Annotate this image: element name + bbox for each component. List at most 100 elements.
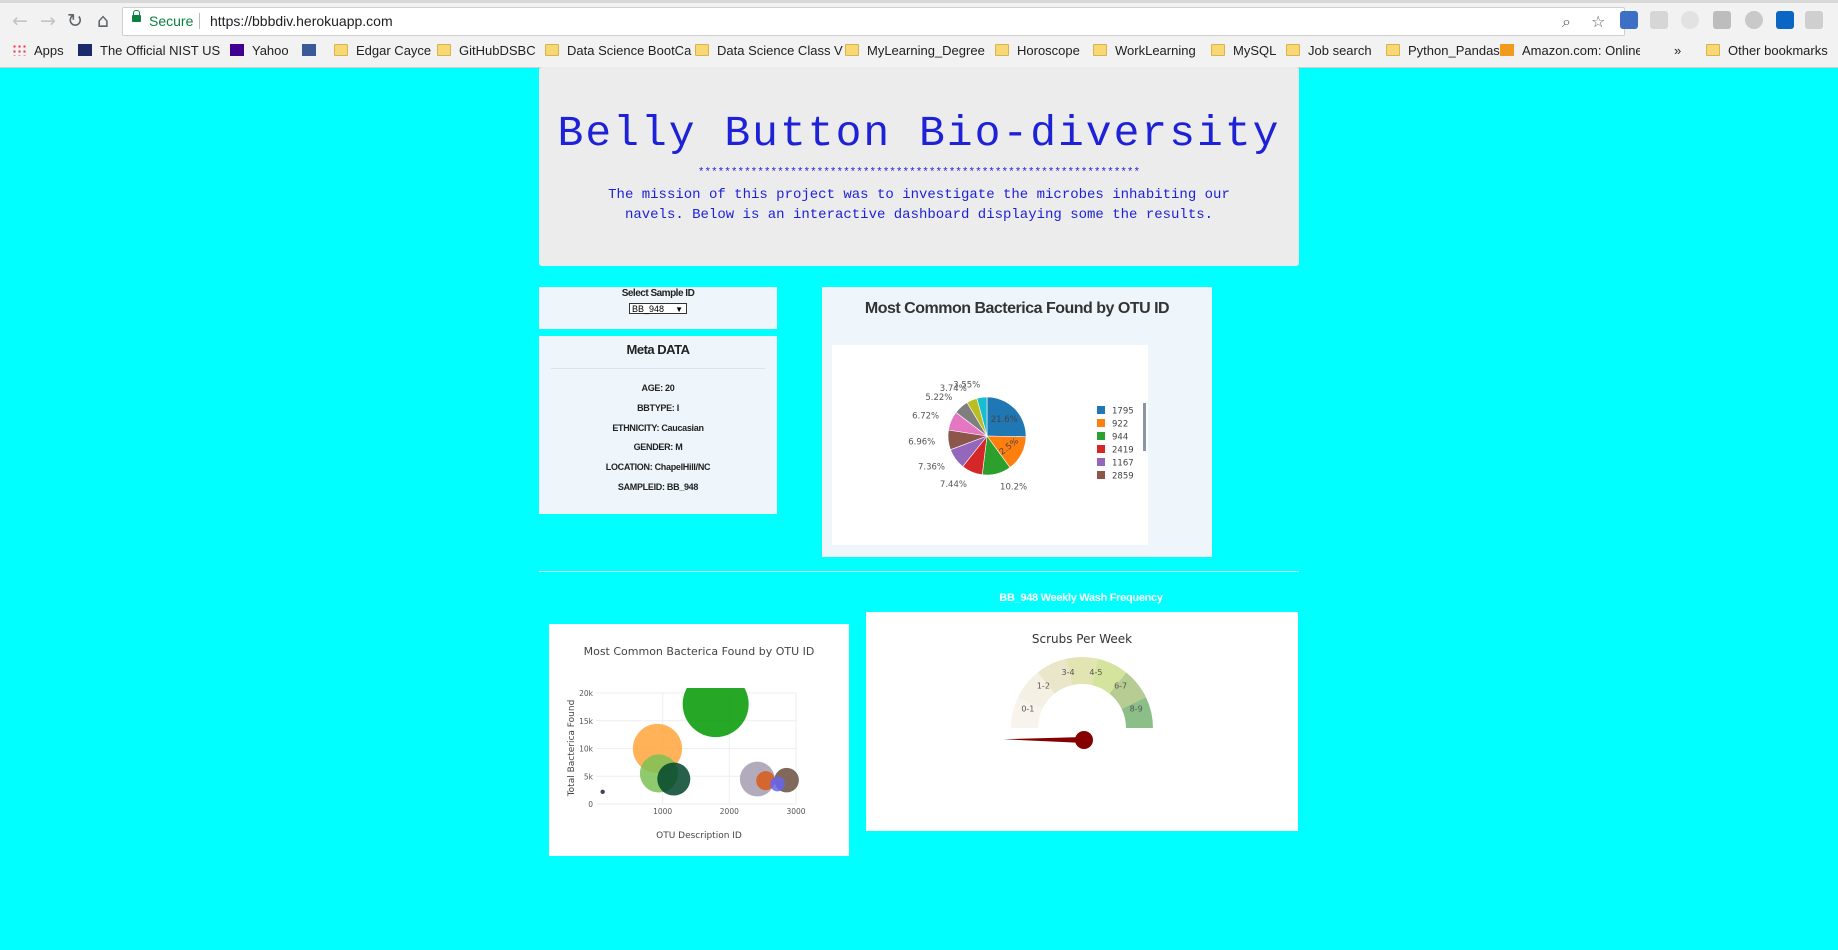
metadata-location: LOCATION: ChapelHill/NC — [605, 462, 711, 472]
bubble-clip-group — [600, 688, 799, 797]
bubble-chart-svg[interactable]: Most Common Bacterica Found by OTU ID 0 5k… — [549, 624, 849, 856]
pie-chart-title: Most Common Bacterica Found by OTU ID — [864, 300, 1170, 317]
bookmark-apps[interactable]: Apps — [12, 43, 64, 61]
bookmark-yahoo[interactable]: Yahoo — [230, 43, 289, 61]
bubble-chart-title: Most Common Bacterica Found by OTU ID — [584, 645, 815, 658]
extension-icon[interactable] — [1620, 11, 1638, 29]
gauge-title: Scrubs Per Week — [1032, 632, 1132, 646]
apps-grid-icon — [12, 44, 26, 56]
bookmark-horoscope[interactable]: Horoscope — [995, 43, 1080, 61]
forward-arrow-icon[interactable]: → — [36, 9, 60, 33]
nist-icon — [78, 44, 92, 56]
gauge-section-label: 6-7 — [1114, 681, 1127, 690]
yahoo-icon — [230, 44, 244, 56]
legend-swatch — [1097, 445, 1105, 453]
bookmark-mylearning-degree[interactable]: MyLearning_Degree — [845, 43, 985, 61]
mission-text: The mission of this project was to inves… — [608, 187, 1230, 223]
bubble-y-tick: 5k — [584, 772, 594, 781]
gauge-needle-hub — [1075, 731, 1093, 749]
pie-chart-panel: Most Common Bacterica Found by OTU ID 21… — [822, 287, 1212, 557]
bookmarks-bar: Apps The Official NIST US Yahoo Edgar Ca… — [0, 41, 1838, 63]
bubble-point — [770, 776, 785, 792]
bookmark-edgar-cayce[interactable]: Edgar Cayce — [334, 43, 431, 61]
bookmark-nist[interactable]: The Official NIST US — [78, 43, 220, 61]
facebook-icon — [302, 44, 316, 56]
extension-dot-icon[interactable] — [1745, 11, 1763, 29]
bookmark-amazon[interactable]: Amazon.com: Online — [1500, 43, 1640, 61]
pie-chart-plot[interactable]: 21.6% 12.5% 10.2% 7.44% 7.36% 6.96% 6.72% 5.22%… — [832, 345, 1148, 545]
extension-circle-icon[interactable] — [1681, 11, 1699, 29]
folder-icon — [334, 44, 348, 56]
bookmark-data-science-bootcamp[interactable]: Data Science BootCa — [545, 43, 691, 61]
folder-icon — [995, 44, 1009, 56]
gauge-chart-svg[interactable]: Scrubs Per Week 0-1 1-2 3-4 4-5 6-7 8-9 — [866, 612, 1298, 831]
zoom-icon[interactable]: ⌕ — [1562, 12, 1571, 32]
pie-chart-svg[interactable]: 21.6%12.5%10.2%7.44%7.36%6.96%6.72%5.22%… — [832, 345, 1148, 545]
gauge-section-label: 4-5 — [1089, 668, 1102, 677]
bookmarks-overflow-button[interactable]: » — [1674, 43, 1681, 61]
legend-label: 1167 — [1112, 459, 1134, 469]
sample-id-dropdown[interactable]: BB_948 ▼ — [629, 303, 687, 314]
bookmark-facebook[interactable] — [302, 43, 324, 61]
page-title: Belly Button Bio-diversity — [557, 109, 1281, 158]
secure-label: Secure — [149, 13, 194, 29]
extension-gray-icon[interactable] — [1805, 11, 1823, 29]
bookmark-githubdsbc[interactable]: GitHubDSBC — [437, 43, 536, 61]
section-divider — [539, 571, 1299, 572]
back-arrow-icon[interactable]: ← — [8, 9, 32, 33]
home-icon[interactable]: ⌂ — [91, 9, 115, 33]
address-bar[interactable]: Secure https://bbbdiv.herokuapp.com ⌕ ☆ — [122, 7, 1625, 36]
extension-pdf-icon[interactable] — [1650, 11, 1668, 29]
folder-icon — [1093, 44, 1107, 56]
dropdown-arrow-icon: ▼ — [675, 305, 683, 314]
pie-slice-label: 3.55% — [953, 380, 980, 390]
legend-label: 944 — [1112, 433, 1128, 443]
legend-swatch — [1097, 406, 1105, 414]
bookmark-data-science-class[interactable]: Data Science Class V — [695, 43, 843, 61]
browser-toolbar: ← → ↻ ⌂ Secure https://bbbdiv.herokuapp.… — [0, 0, 1838, 68]
bubble-point — [600, 789, 605, 794]
bookmark-mysql[interactable]: MySQL — [1211, 43, 1276, 61]
reload-icon[interactable]: ↻ — [63, 9, 87, 33]
legend-swatch — [1097, 432, 1105, 440]
extension-s-icon[interactable] — [1713, 11, 1731, 29]
metadata-sampleid: SAMPLEID: BB_948 — [617, 482, 699, 492]
folder-icon — [1386, 44, 1400, 56]
bookmark-worklearning[interactable]: WorkLearning — [1093, 43, 1196, 61]
metadata-gender: GENDER: M — [633, 442, 683, 452]
bookmark-python-pandas[interactable]: Python_Pandas — [1386, 43, 1500, 61]
bubble-y-tick: 15k — [579, 717, 594, 726]
amazon-icon — [1500, 44, 1514, 56]
lock-icon — [132, 10, 141, 22]
folder-icon — [1211, 44, 1225, 56]
folder-icon — [1706, 44, 1720, 56]
bookmark-job-search[interactable]: Job search — [1286, 43, 1372, 61]
gauge-caption: BB_948 Weekly Wash Frequency — [999, 592, 1163, 604]
legend-scrollbar — [1143, 403, 1146, 451]
legend-swatch — [1097, 471, 1105, 479]
folder-icon — [545, 44, 559, 56]
bubble-y-axis-label: Total Bacterica Found — [567, 700, 577, 798]
legend-label: 922 — [1112, 420, 1128, 430]
metadata-age: AGE: 20 — [641, 383, 675, 393]
legend-label: 2859 — [1112, 472, 1134, 482]
pie-slice-label: 6.72% — [912, 412, 939, 422]
gauge-needle — [1003, 737, 1084, 743]
legend-swatch — [1097, 458, 1105, 466]
metadata-ethnicity: ETHNICITY: Caucasian — [612, 423, 704, 433]
pie-slice-label: 21.6% — [991, 415, 1018, 425]
url-text[interactable]: https://bbbdiv.herokuapp.com — [210, 13, 393, 29]
pie-slice-label: 7.36% — [918, 463, 945, 473]
other-bookmarks[interactable]: Other bookmarks — [1706, 43, 1828, 61]
bubble-y-tick: 0 — [588, 800, 593, 809]
linkedin-icon[interactable] — [1776, 11, 1794, 29]
folder-icon — [845, 44, 859, 56]
star-divider: ****************************************… — [697, 167, 1141, 179]
metadata-divider — [551, 368, 765, 369]
gauge-chart-panel[interactable]: Scrubs Per Week 0-1 1-2 3-4 4-5 6-7 8-9 — [866, 612, 1298, 831]
bubble-chart-panel[interactable]: Most Common Bacterica Found by OTU ID 0 5k… — [549, 624, 849, 856]
pie-slice-label: 6.96% — [908, 437, 935, 447]
bubble-x-tick: 1000 — [653, 807, 672, 816]
gauge-section-label: 3-4 — [1061, 668, 1074, 677]
bookmark-star-icon[interactable]: ☆ — [1591, 12, 1605, 31]
